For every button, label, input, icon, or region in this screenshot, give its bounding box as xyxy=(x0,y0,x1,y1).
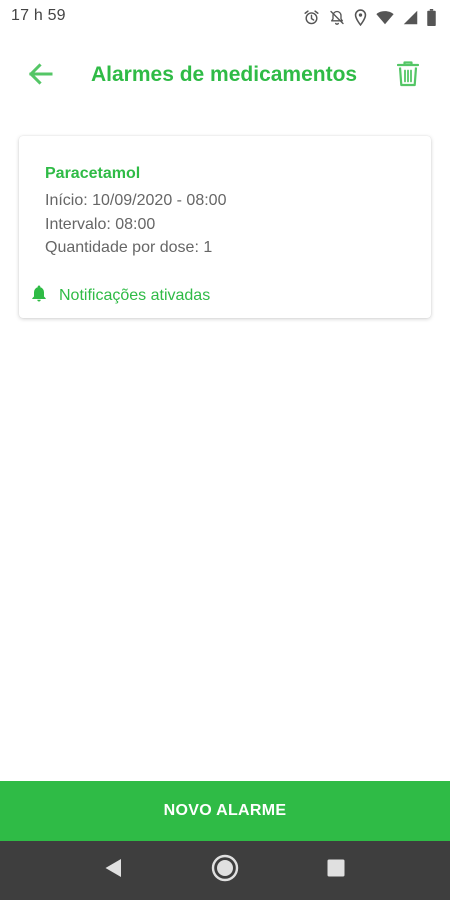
new-alarm-button[interactable]: NOVO ALARME xyxy=(0,781,450,841)
nav-home-button[interactable] xyxy=(210,854,240,887)
arrow-back-icon xyxy=(27,62,53,91)
page-title: Alarmes de medicamentos xyxy=(91,63,358,86)
alarm-start: Início: 10/09/2020 - 08:00 xyxy=(45,192,227,209)
back-triangle-icon xyxy=(104,858,122,883)
status-time: 17 h 59 xyxy=(11,7,66,24)
cell-signal-icon xyxy=(403,10,418,25)
battery-icon xyxy=(427,8,436,26)
alarm-interval: Intervalo: 08:00 xyxy=(45,215,156,233)
notification-status-label: Notificações ativadas xyxy=(59,286,211,304)
toolbar: Alarmes de medicamentos xyxy=(0,44,450,106)
bell-icon xyxy=(31,284,47,307)
recents-square-icon xyxy=(327,859,345,882)
status-icons xyxy=(303,8,436,26)
alarm-card[interactable]: Paracetamol Início: 10/09/2020 - 08:00 I… xyxy=(19,136,431,318)
navigation-bar xyxy=(0,841,450,900)
nav-recents-button[interactable] xyxy=(321,855,351,885)
trash-icon xyxy=(396,60,420,92)
nav-back-button[interactable] xyxy=(98,855,128,885)
location-icon xyxy=(354,8,367,26)
new-alarm-label: NOVO ALARME xyxy=(163,802,287,819)
back-button[interactable] xyxy=(20,56,60,96)
wifi-icon xyxy=(376,10,394,25)
alarm-clock-icon xyxy=(303,9,320,26)
medication-name: Paracetamol xyxy=(45,165,141,182)
notification-status[interactable]: Notificações ativadas xyxy=(31,284,210,307)
alarm-dose: Quantidade por dose: 1 xyxy=(45,239,213,256)
notifications-off-icon xyxy=(329,9,345,26)
home-circle-icon xyxy=(211,854,239,887)
status-bar: 17 h 59 xyxy=(0,0,450,34)
delete-button[interactable] xyxy=(388,56,428,96)
